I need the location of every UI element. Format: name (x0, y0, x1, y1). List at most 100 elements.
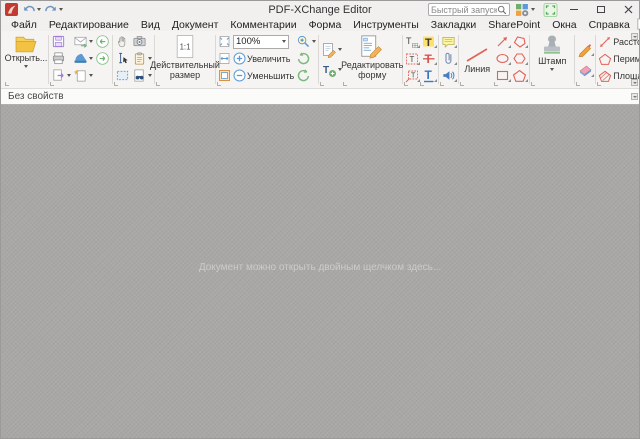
callout-text-button[interactable]: T (404, 69, 420, 83)
zoom-tool-dropdown-icon[interactable] (312, 40, 316, 43)
select-text-button[interactable] (114, 51, 131, 66)
menu-form[interactable]: Форма (303, 19, 348, 31)
toolbar-collapse-bottom-icon[interactable] (631, 79, 638, 86)
open-dropdown-icon[interactable] (24, 65, 28, 68)
menu-help[interactable]: Справка (583, 19, 636, 31)
underline-dropdown-icon[interactable] (434, 79, 437, 82)
menu-edit[interactable]: Редактирование (43, 19, 135, 31)
quick-launch-input[interactable] (431, 5, 497, 15)
sound-comment-button[interactable] (440, 68, 457, 83)
hexagon-tool-button[interactable] (511, 51, 528, 66)
find-button[interactable]: Найти... (636, 18, 640, 31)
hand-tool-button[interactable] (114, 34, 131, 49)
print-button[interactable] (50, 51, 67, 66)
polygon-line-tool-button[interactable] (511, 34, 528, 49)
document-area[interactable]: Документ можно открыть двойным щелчком з… (1, 105, 639, 438)
close-button[interactable] (617, 2, 639, 17)
new-document-button[interactable] (72, 68, 94, 83)
perimeter-tool-button[interactable]: Периметр (597, 52, 639, 66)
eraser-dropdown-icon[interactable] (591, 74, 594, 77)
email-icon (73, 34, 88, 49)
redo-dropdown-icon[interactable] (59, 8, 63, 11)
zoom-out-button[interactable]: Уменьшить (232, 69, 295, 82)
previous-view-button[interactable] (94, 34, 111, 49)
minimize-button[interactable] (563, 2, 585, 17)
maximize-button[interactable] (590, 2, 612, 17)
edit-content-dropdown-icon[interactable] (338, 48, 342, 51)
actual-size-button[interactable]: 1:1 Действительный размер (156, 33, 214, 86)
redo-button[interactable] (44, 3, 63, 16)
strikeout-dropdown-icon[interactable] (434, 62, 437, 65)
quick-launch-box[interactable] (428, 3, 510, 16)
pencil-dropdown-icon[interactable] (591, 53, 594, 56)
ui-options-button[interactable] (515, 3, 535, 17)
text-markup-group: T T T (420, 33, 437, 86)
edit-form-button[interactable]: Редактировать форму (343, 33, 401, 86)
content-edit-group: T (320, 33, 343, 86)
fit-page-button[interactable] (217, 35, 232, 48)
fullscreen-mode-icon[interactable] (543, 3, 558, 17)
menu-bookmarks[interactable]: Закладки (425, 19, 482, 31)
fit-width-button[interactable] (217, 52, 232, 65)
arrow-tool-button[interactable] (494, 34, 511, 49)
add-text-button[interactable]: T (320, 62, 343, 78)
zoom-level-dropdown-icon[interactable] (282, 40, 286, 43)
email-dropdown-icon[interactable] (89, 40, 93, 43)
toolbar-collapse-top-icon[interactable] (631, 33, 638, 40)
stamp-button[interactable]: Штамп (531, 33, 573, 86)
sticky-note-dropdown-icon[interactable] (454, 45, 457, 48)
pentagon-tool-button[interactable] (511, 68, 528, 83)
email-button[interactable] (72, 34, 94, 49)
text-box-button[interactable]: T (404, 52, 420, 66)
menu-file[interactable]: Файл (5, 19, 43, 31)
highlight-text-button[interactable]: T (420, 34, 437, 49)
properties-collapse-icon[interactable] (631, 93, 638, 100)
ui-options-dropdown-icon[interactable] (531, 8, 535, 11)
sound-comment-dropdown-icon[interactable] (454, 79, 457, 82)
attach-file-button[interactable] (440, 51, 457, 66)
highlight-dropdown-icon[interactable] (434, 45, 437, 48)
export-button[interactable] (50, 68, 72, 83)
menu-view[interactable]: Вид (135, 19, 166, 31)
rectangle-tool-button[interactable] (494, 68, 511, 83)
polyline-dropdown-icon[interactable] (525, 45, 528, 48)
menu-document[interactable]: Документ (166, 19, 225, 31)
eraser-tool-button[interactable] (576, 62, 594, 78)
strikeout-text-button[interactable]: T (420, 51, 437, 66)
attach-file-dropdown-icon[interactable] (454, 62, 457, 65)
select-tools-group (114, 33, 153, 86)
stamp-dropdown-icon[interactable] (550, 68, 554, 71)
zoom-level-combobox[interactable]: 100% (232, 35, 290, 49)
menu-comments[interactable]: Комментарии (224, 19, 302, 31)
zoom-tool-button[interactable] (295, 34, 317, 49)
next-view-button[interactable] (94, 51, 111, 66)
line-tool-button[interactable]: Линия (460, 33, 494, 86)
sticky-note-button[interactable] (440, 35, 457, 49)
underline-text-button[interactable]: T (420, 68, 437, 83)
rotate-ccw-button[interactable] (295, 51, 312, 66)
save-button[interactable] (50, 34, 67, 49)
ellipse-tool-button[interactable] (494, 51, 511, 66)
edit-content-button[interactable] (320, 42, 343, 58)
new-document-dropdown-icon[interactable] (89, 74, 93, 77)
menu-tools[interactable]: Инструменты (347, 19, 424, 31)
snapshot-button[interactable] (131, 34, 148, 49)
hexagon-dropdown-icon[interactable] (525, 62, 528, 65)
open-button[interactable]: Открыть... (5, 33, 47, 86)
undo-button[interactable] (22, 3, 41, 16)
export-dropdown-icon[interactable] (67, 74, 71, 77)
undo-icon (22, 3, 36, 16)
fit-visible-button[interactable] (217, 69, 232, 82)
titlebar: PDF-XChange Editor (1, 1, 639, 18)
scan-dropdown-icon[interactable] (89, 57, 93, 60)
undo-dropdown-icon[interactable] (37, 8, 41, 11)
select-area-button[interactable] (114, 68, 131, 83)
menu-windows[interactable]: Окна (546, 19, 582, 31)
typewriter-button[interactable]: T (404, 35, 420, 49)
rotate-cw-button[interactable] (295, 68, 312, 83)
menu-sharepoint[interactable]: SharePoint (482, 19, 546, 31)
pentagon-dropdown-icon[interactable] (525, 79, 528, 82)
scan-button[interactable] (72, 51, 94, 66)
pencil-tool-button[interactable] (576, 41, 594, 57)
zoom-in-button[interactable]: Увеличить (232, 52, 291, 65)
